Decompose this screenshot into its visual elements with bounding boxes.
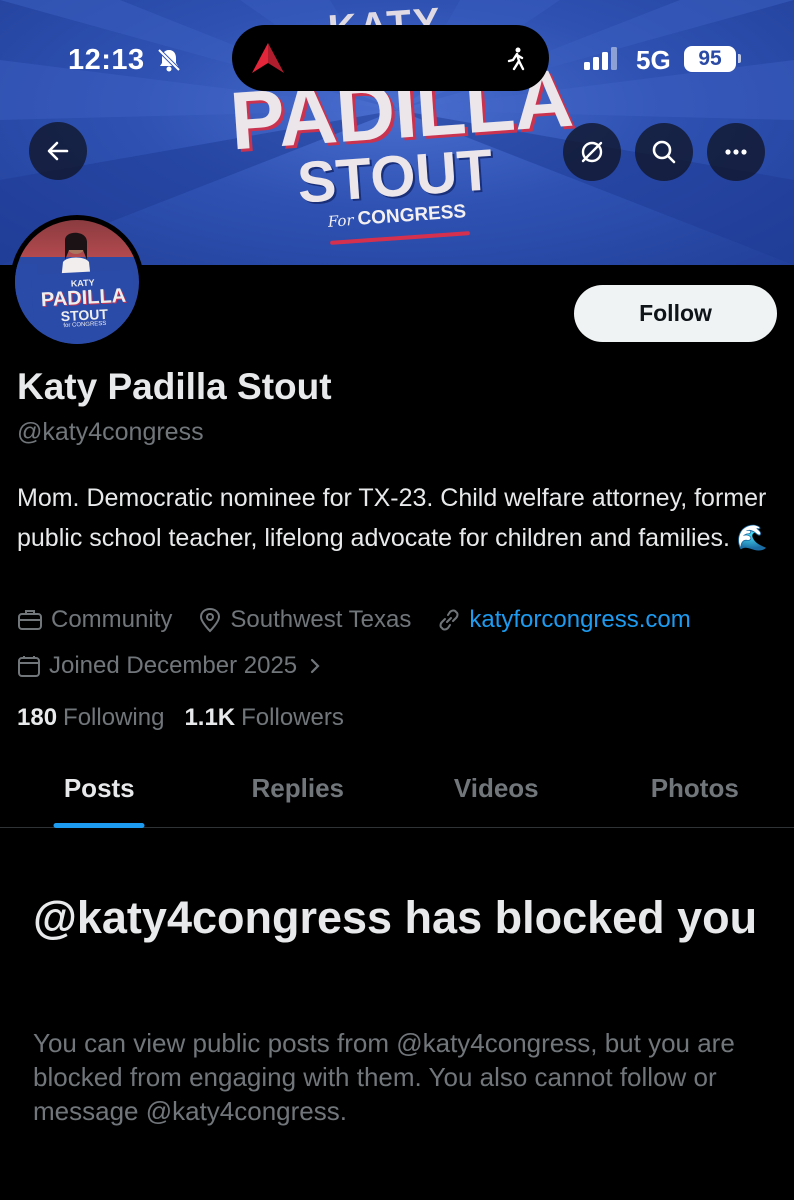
follow-button[interactable]: Follow [574, 285, 777, 342]
calendar-icon [18, 656, 40, 677]
location-pin-icon [200, 607, 221, 633]
profile-joined[interactable]: Joined December 2025 [17, 652, 333, 680]
tab-videos[interactable]: Videos [397, 760, 596, 827]
display-name: Katy Padilla Stout [17, 366, 332, 407]
battery-tip [738, 54, 741, 63]
profile-location-label: Southwest Texas [230, 606, 412, 633]
tab-replies[interactable]: Replies [199, 760, 398, 827]
tab-photos[interactable]: Photos [596, 760, 794, 827]
bell-slash-icon [157, 48, 181, 72]
profile-website-link[interactable]: katyforcongress.com [469, 606, 690, 634]
profile-bio: Mom. Democratic nominee for TX-23. Child… [17, 484, 768, 552]
profile-meta-row: Community Southwest Texas katyforcongres… [17, 604, 717, 636]
follow-stats: 180 Following 1.1K Followers [17, 704, 364, 732]
more-icon [725, 149, 747, 155]
profile-tabs: Posts Replies Videos Photos [0, 760, 794, 828]
tab-photos-label: Photos [650, 773, 739, 803]
profile-location: Southwest Texas [198, 606, 411, 634]
more-button[interactable] [707, 123, 765, 181]
search-button[interactable] [635, 123, 693, 181]
avatar-image: KATY PADILLA STOUT for CONGRESS [15, 220, 139, 344]
briefcase-icon [18, 610, 42, 630]
back-arrow-icon [47, 141, 69, 161]
tab-videos-label: Videos [453, 773, 539, 803]
walking-icon [507, 47, 525, 71]
back-button[interactable] [29, 122, 87, 180]
followers-count: 1.1K [184, 704, 236, 731]
profile-website[interactable]: katyforcongress.com [437, 606, 691, 634]
airline-logo-icon [252, 43, 284, 73]
battery-level: 95 [684, 46, 736, 72]
profile-joined-row[interactable]: Joined December 2025 [17, 650, 359, 682]
followers-stat[interactable]: 1.1K Followers [184, 704, 343, 732]
link-icon [439, 609, 459, 631]
banner-logo-for: For [327, 211, 355, 231]
tab-replies-label: Replies [251, 773, 345, 803]
avatar-sign: KATY PADILLA STOUT for CONGRESS [31, 269, 137, 344]
following-count: 180 [17, 704, 58, 731]
profile-category-label: Community [51, 606, 173, 633]
tab-posts[interactable]: Posts [0, 760, 199, 828]
avatar[interactable]: KATY PADILLA STOUT for CONGRESS [10, 215, 144, 349]
following-label: Following [63, 704, 165, 731]
dynamic-island [232, 25, 549, 91]
tab-posts-label: Posts [63, 773, 135, 803]
chevron-right-icon [311, 658, 320, 674]
user-handle: @katy4congress [17, 418, 204, 446]
translate-button[interactable] [563, 123, 621, 181]
following-stat[interactable]: 180 Following [17, 704, 164, 732]
search-icon [652, 140, 676, 164]
translate-icon [581, 141, 603, 163]
followers-label: Followers [241, 704, 344, 731]
profile-joined-label: Joined December 2025 [49, 652, 298, 679]
blocked-title: @katy4congress has blocked you [33, 892, 758, 943]
profile-category: Community [17, 606, 172, 634]
active-tab-indicator [53, 823, 145, 828]
signal-icon [584, 47, 617, 70]
blocked-description: You can view public posts from @katy4con… [33, 1028, 735, 1126]
network-type: 5G [636, 45, 671, 75]
status-time: 12:13 [68, 44, 145, 76]
